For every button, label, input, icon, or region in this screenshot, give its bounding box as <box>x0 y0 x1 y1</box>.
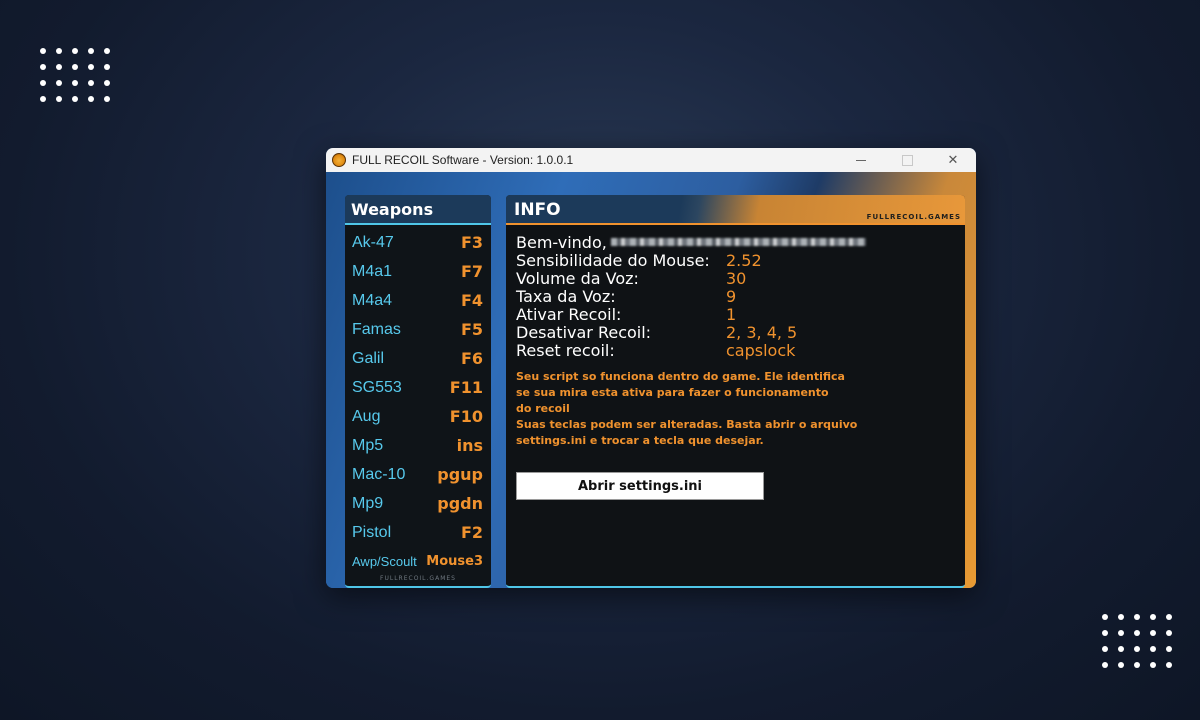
weapons-panel: Weapons Ak-47 F3 M4a1 F7 M4a4 F4 Famas F5 Ga… <box>345 195 491 588</box>
setting-label: Reset recoil: <box>516 340 615 360</box>
weapon-name: Mp9 <box>352 494 384 512</box>
setting-value: 2.52 <box>726 250 762 270</box>
window-controls: ✕ <box>838 148 976 172</box>
weapon-row: M4a1 F7 <box>345 257 491 286</box>
weapon-list: Ak-47 F3 M4a1 F7 M4a4 F4 Famas F5 Galil F6 SG… <box>345 225 491 576</box>
welcome-row: Bem-vindo, <box>516 232 956 252</box>
weapon-hotkey: pgup <box>437 465 483 484</box>
weapon-name: Aug <box>352 407 381 425</box>
weapon-row: Ak-47 F3 <box>345 228 491 257</box>
weapon-hotkey: pgdn <box>437 494 483 513</box>
weapon-hotkey: F7 <box>460 262 483 281</box>
weapon-name: Pistol <box>352 523 392 541</box>
maximize-icon <box>901 154 913 166</box>
weapons-header: Weapons <box>345 195 491 225</box>
setting-row: Ativar Recoil: 1 <box>516 304 956 324</box>
weapon-row: Pistol F2 <box>345 518 491 547</box>
setting-label: Ativar Recoil: <box>516 304 622 324</box>
setting-label: Volume da Voz: <box>516 268 639 288</box>
info-panel: INFO FULLRECOIL.GAMES Bem-vindo, Sensibi… <box>506 195 965 588</box>
decorative-dot-grid-top-left <box>40 48 110 102</box>
instructions-note: Seu script so funciona dentro do game. E… <box>516 369 886 449</box>
weapon-hotkey: F3 <box>460 233 483 252</box>
close-button[interactable]: ✕ <box>930 148 976 172</box>
weapons-title: Weapons <box>351 199 434 219</box>
weapon-name: Mac-10 <box>352 465 406 483</box>
weapon-hotkey: ins <box>456 436 483 455</box>
note-line: Seu script so funciona dentro do game. E… <box>516 370 845 383</box>
setting-row: Taxa da Voz: 9 <box>516 286 956 306</box>
weapon-hotkey: Mouse3 <box>426 554 483 569</box>
weapon-row: Galil F6 <box>345 344 491 373</box>
welcome-label: Bem-vindo, <box>516 232 607 252</box>
note-line: do recoil <box>516 402 570 415</box>
weapon-name: M4a4 <box>352 291 393 309</box>
title-bar[interactable]: FULL RECOIL Software - Version: 1.0.0.1 … <box>326 148 976 172</box>
note-line: Suas teclas podem ser alteradas. Basta a… <box>516 418 858 431</box>
weapon-hotkey: F6 <box>460 349 483 368</box>
decorative-dot-grid-bottom-right <box>1102 614 1172 668</box>
setting-row: Volume da Voz: 30 <box>516 268 956 288</box>
weapon-hotkey: F4 <box>460 291 483 310</box>
weapon-hotkey: F5 <box>460 320 483 339</box>
weapon-row: Aug F10 <box>345 402 491 431</box>
weapon-row: Mac-10 pgup <box>345 460 491 489</box>
setting-label: Taxa da Voz: <box>516 286 616 306</box>
setting-row: Reset recoil: capslock <box>516 340 956 360</box>
weapon-hotkey: F2 <box>460 523 483 542</box>
weapon-row: Mp9 pgdn <box>345 489 491 518</box>
setting-row: Desativar Recoil: 2, 3, 4, 5 <box>516 322 956 342</box>
setting-value: 30 <box>726 268 747 288</box>
app-logo-icon <box>332 153 346 167</box>
weapon-hotkey: F11 <box>449 378 483 397</box>
close-icon: ✕ <box>947 152 959 168</box>
weapons-footer-brand: FULLRECOIL.GAMES <box>380 575 456 582</box>
info-title: INFO <box>514 200 561 220</box>
maximize-button[interactable] <box>884 148 930 172</box>
weapon-row: SG553 F11 <box>345 373 491 402</box>
weapon-hotkey: F10 <box>449 407 483 426</box>
note-line: settings.ini e trocar a tecla que deseja… <box>516 434 764 447</box>
weapon-row: Famas F5 <box>345 315 491 344</box>
minimize-icon <box>856 159 866 161</box>
setting-value: capslock <box>726 340 796 360</box>
info-header: INFO FULLRECOIL.GAMES <box>506 195 965 225</box>
setting-value: 9 <box>726 286 737 306</box>
weapon-row: Awp/Scoult Mouse3 <box>345 547 491 576</box>
weapon-name: Awp/Scoult <box>352 554 417 569</box>
weapon-name: Ak-47 <box>352 233 394 251</box>
weapon-name: Galil <box>352 349 385 367</box>
setting-label: Desativar Recoil: <box>516 322 652 342</box>
note-line: se sua mira esta ativa para fazer o func… <box>516 386 829 399</box>
weapon-row: Mp5 ins <box>345 431 491 460</box>
setting-label: Sensibilidade do Mouse: <box>516 250 710 270</box>
weapon-row: M4a4 F4 <box>345 286 491 315</box>
weapon-name: M4a1 <box>352 262 393 280</box>
open-settings-button[interactable]: Abrir settings.ini <box>516 472 764 500</box>
weapon-name: SG553 <box>352 378 402 396</box>
info-body: Bem-vindo, Sensibilidade do Mouse: 2.52 V… <box>516 233 956 449</box>
weapon-name: Famas <box>352 320 401 338</box>
setting-row: Sensibilidade do Mouse: 2.52 <box>516 250 956 270</box>
setting-value: 2, 3, 4, 5 <box>726 322 798 342</box>
window-title: FULL RECOIL Software - Version: 1.0.0.1 <box>352 153 574 167</box>
setting-value: 1 <box>726 304 737 324</box>
info-brand: FULLRECOIL.GAMES <box>866 213 961 221</box>
weapon-name: Mp5 <box>352 436 384 454</box>
app-window: FULL RECOIL Software - Version: 1.0.0.1 … <box>326 148 976 588</box>
redacted-username <box>610 238 866 246</box>
minimize-button[interactable] <box>838 148 884 172</box>
